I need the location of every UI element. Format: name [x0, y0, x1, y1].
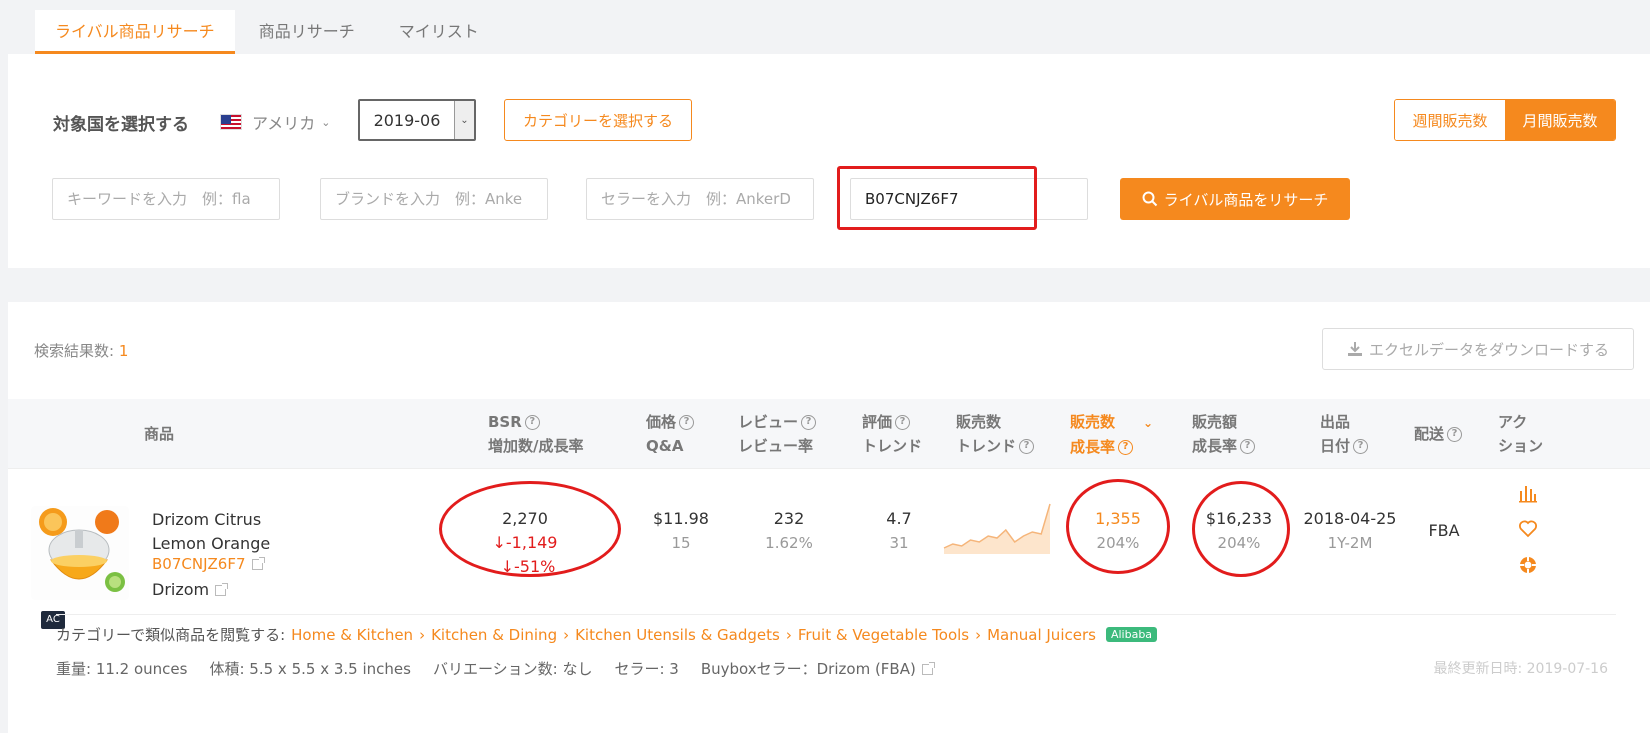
- col-sales-trend[interactable]: 販売数 トレンド?: [956, 410, 1035, 458]
- download-excel-button[interactable]: エクセルデータをダウンロードする: [1322, 328, 1634, 370]
- annotation-ellipse: [1192, 481, 1290, 577]
- review-cell: 232 1.62%: [744, 507, 834, 555]
- seller-count: セラー: 3: [614, 660, 679, 678]
- rating-cell: 4.7 31: [854, 507, 944, 555]
- help-icon: ?: [1019, 439, 1035, 454]
- listing-date: 2018-04-25: [1303, 509, 1397, 528]
- help-icon: ?: [1240, 439, 1256, 454]
- results-panel: 検索結果数: 1 エクセルデータをダウンロードする 商品 BSR? 増加数/成長率…: [8, 302, 1650, 733]
- last-updated: 最終更新日時: 2019-07-16: [1433, 661, 1608, 677]
- weight: 重量: 11.2 ounces: [56, 660, 188, 678]
- help-icon: ?: [524, 415, 540, 430]
- rating-value: 4.7: [886, 509, 912, 528]
- price-cell: $11.98 15: [636, 507, 726, 555]
- tab-my-list[interactable]: マイリスト: [379, 10, 499, 54]
- rating-trend: 31: [889, 534, 909, 552]
- search-icon: [1142, 191, 1157, 207]
- col-revenue[interactable]: 販売額 成長率?: [1192, 410, 1256, 458]
- category-link[interactable]: Home & Kitchen: [291, 626, 413, 644]
- category-button[interactable]: カテゴリーを選択する: [504, 99, 692, 141]
- alibaba-badge[interactable]: Alibaba: [1105, 627, 1158, 642]
- listing-age: 1Y-2M: [1327, 534, 1373, 552]
- bar-chart-icon[interactable]: [1518, 483, 1538, 503]
- external-link-icon[interactable]: [251, 557, 265, 570]
- category-prefix: カテゴリーで類似商品を閲覧する:: [56, 626, 286, 644]
- filter-panel: 対象国を選択する アメリカ ⌄ 2019-06 ⌄ カテゴリーを選択する 週間販…: [8, 54, 1650, 268]
- variation-count: バリエーション数: なし: [432, 660, 593, 678]
- result-count: 検索結果数: 1: [34, 342, 129, 360]
- external-link-icon[interactable]: [921, 662, 935, 675]
- external-link-icon[interactable]: [215, 583, 229, 596]
- help-icon: ?: [895, 415, 911, 430]
- price-value: $11.98: [653, 509, 709, 528]
- col-price[interactable]: 価格? Q&A: [646, 410, 695, 458]
- search-button-label: ライバル商品をリサーチ: [1163, 190, 1329, 209]
- country-select[interactable]: アメリカ ⌄: [220, 110, 330, 134]
- col-action: アク ション: [1498, 413, 1544, 455]
- qa-value: 15: [671, 534, 691, 552]
- shipping-value: FBA: [1428, 521, 1460, 540]
- seller-input[interactable]: [586, 178, 814, 220]
- buybox-seller: Buyboxセラー：Drizom (FBA): [701, 658, 935, 679]
- country-value: アメリカ: [252, 114, 316, 133]
- col-bsr[interactable]: BSR? 増加数/成長率: [488, 410, 583, 458]
- row-divider: [56, 614, 1616, 615]
- date-select[interactable]: 2019-06 ⌄: [358, 99, 476, 141]
- tab-rival-research[interactable]: ライバル商品リサーチ: [35, 10, 235, 54]
- sort-chevron-icon: ⌄: [1143, 416, 1154, 430]
- help-icon: ?: [679, 415, 695, 430]
- category-link[interactable]: Kitchen & Dining: [431, 626, 557, 644]
- heart-icon[interactable]: [1518, 519, 1538, 539]
- review-count: 232: [773, 509, 805, 528]
- brand-link[interactable]: Drizom: [152, 580, 229, 599]
- annotation-ellipse: [1066, 479, 1170, 574]
- product-image[interactable]: [31, 506, 129, 600]
- annotation-ellipse: [439, 481, 621, 577]
- col-shipping[interactable]: 配送?: [1414, 422, 1463, 446]
- col-review[interactable]: レビュー? レビュー率: [738, 410, 817, 458]
- date-value: 2019-06: [373, 110, 441, 130]
- search-button[interactable]: ライバル商品をリサーチ: [1120, 178, 1350, 220]
- product-details: 重量: 11.2 ounces 体積: 5.5 x 5.5 x 3.5 inch…: [56, 658, 935, 679]
- chevron-down-icon[interactable]: ⌄: [454, 101, 474, 139]
- download-icon: [1347, 342, 1362, 356]
- sales-sparkline[interactable]: [942, 498, 1052, 558]
- help-icon: ?: [801, 415, 817, 430]
- asin-link[interactable]: B07CNJZ6F7: [152, 555, 265, 573]
- col-sales-growth[interactable]: 販売数 ⌄ 成長率?: [1070, 410, 1153, 459]
- category-link[interactable]: Manual Juicers: [987, 626, 1096, 644]
- listing-date-cell: 2018-04-25 1Y-2M: [1298, 507, 1402, 555]
- help-icon: ?: [1353, 439, 1369, 454]
- product-name[interactable]: Drizom Citrus Lemon Orange: [152, 508, 282, 556]
- lifebuoy-icon[interactable]: [1518, 555, 1538, 575]
- table-header: 商品 BSR? 増加数/成長率 価格? Q&A レビュー? レビュー率 評価? トレンド…: [8, 399, 1650, 469]
- col-product: 商品: [144, 425, 175, 443]
- col-rating[interactable]: 評価? トレンド: [862, 410, 922, 458]
- tab-product-research[interactable]: 商品リサーチ: [239, 10, 375, 54]
- tab-bar: ライバル商品リサーチ 商品リサーチ マイリスト: [35, 10, 503, 54]
- help-icon: ?: [1118, 440, 1134, 455]
- keyword-input[interactable]: [52, 178, 280, 220]
- weekly-sales-button[interactable]: 週間販売数: [1395, 100, 1505, 140]
- annotation-box: [837, 166, 1037, 230]
- col-listing-date[interactable]: 出品 日付?: [1320, 410, 1369, 458]
- category-link[interactable]: Kitchen Utensils & Gadgets: [575, 626, 780, 644]
- sales-period-toggle: 週間販売数 月間販売数: [1394, 99, 1616, 141]
- review-rate: 1.62%: [765, 534, 813, 552]
- country-label: 対象国を選択する: [53, 115, 189, 135]
- brand-input[interactable]: [320, 178, 548, 220]
- volume: 体積: 5.5 x 5.5 x 3.5 inches: [209, 660, 411, 678]
- chevron-down-icon: ⌄: [321, 115, 331, 129]
- category-link[interactable]: Fruit & Vegetable Tools: [798, 626, 969, 644]
- monthly-sales-button[interactable]: 月間販売数: [1505, 100, 1615, 140]
- category-breadcrumb: カテゴリーで類似商品を閲覧する: Home & Kitchen › Kitche…: [56, 624, 1158, 645]
- help-icon: ?: [1447, 427, 1463, 442]
- us-flag-icon: [220, 114, 242, 130]
